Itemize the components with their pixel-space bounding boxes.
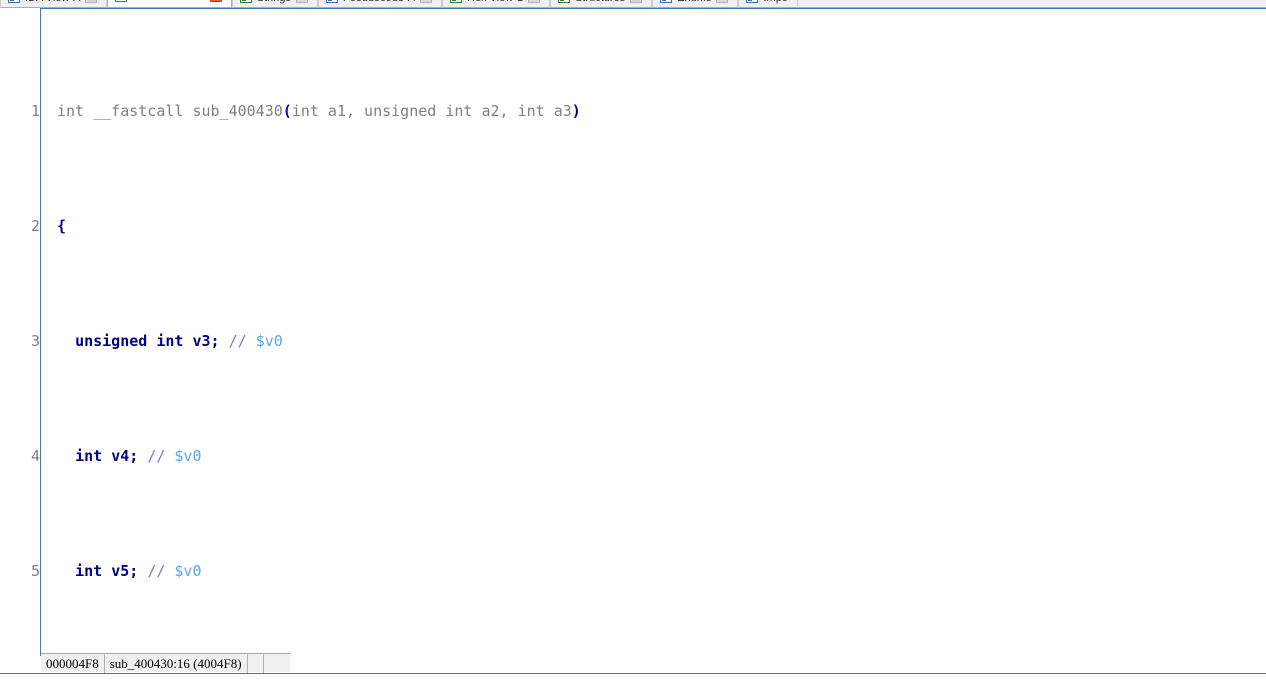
- code-line[interactable]: 1 int __fastcall sub_400430(int a1, unsi…: [0, 100, 1266, 123]
- code-text[interactable]: unsigned int v3; // $v0: [54, 330, 1266, 353]
- breakpoint-gutter[interactable]: [0, 445, 14, 468]
- code-listing[interactable]: 1 int __fastcall sub_400430(int a1, unsi…: [0, 8, 1266, 656]
- tab-ida-view-a[interactable]: IDA View-A: [0, 0, 108, 7]
- window-icon: [660, 0, 673, 3]
- window-icon: [8, 0, 20, 3]
- status-offset: 000004F8: [41, 653, 105, 673]
- code-line[interactable]: 5 int v5; // $v0: [0, 560, 1266, 583]
- tab-structures[interactable]: Structures: [550, 0, 653, 7]
- tab-label: Pseudocode-A: [343, 0, 415, 4]
- code-text[interactable]: int __fastcall sub_400430(int a1, unsign…: [54, 100, 1266, 123]
- close-icon[interactable]: [209, 0, 222, 2]
- status-spacer-1: [248, 653, 264, 673]
- breakpoint-gutter[interactable]: [0, 215, 14, 238]
- status-bar: 000004F8 sub_400430:16 (4004F8): [41, 653, 290, 673]
- line-number: 1: [30, 102, 40, 120]
- tab-label: Hex View-1: [467, 0, 523, 4]
- window-icon: [450, 0, 463, 3]
- tab-imports[interactable]: Impo: [738, 0, 798, 7]
- pseudocode-pane[interactable]: 1 int __fastcall sub_400430(int a1, unsi…: [0, 8, 1266, 656]
- tab-label: Enums: [677, 0, 711, 4]
- window-icon: [558, 0, 571, 3]
- close-icon[interactable]: [295, 0, 308, 3]
- tab-label: Strings: [257, 0, 291, 4]
- tab-label: Structures: [575, 0, 625, 4]
- line-number: 3: [30, 332, 40, 350]
- code-text[interactable]: int v4; // $v0: [54, 445, 1266, 468]
- tab-label: Impo: [763, 0, 787, 4]
- code-text[interactable]: {: [54, 215, 1266, 238]
- close-icon[interactable]: [630, 0, 643, 3]
- line-number: 2: [30, 217, 40, 235]
- window-icon: [115, 0, 128, 2]
- line-number: 5: [30, 562, 40, 580]
- close-icon[interactable]: [420, 0, 433, 3]
- tab-enums[interactable]: Enums: [652, 0, 739, 7]
- line-number: 4: [30, 447, 40, 465]
- close-icon[interactable]: [716, 0, 729, 3]
- code-line[interactable]: 4 int v4; // $v0: [0, 445, 1266, 468]
- status-spacer-2: [264, 654, 290, 673]
- bottom-divider: [0, 673, 1266, 683]
- code-text[interactable]: int v5; // $v0: [54, 560, 1266, 583]
- breakpoint-gutter[interactable]: [0, 100, 14, 123]
- tab-pseudocode-a[interactable]: Pseudocode-A: [317, 0, 443, 7]
- tab-hex-view-1[interactable]: Hex View-1: [442, 0, 551, 7]
- status-location: sub_400430:16 (4004F8): [105, 653, 248, 673]
- window-icon: [239, 0, 252, 3]
- breakpoint-gutter[interactable]: [0, 330, 14, 353]
- code-line[interactable]: 3 unsigned int v3; // $v0: [0, 330, 1266, 353]
- tab-strings[interactable]: Strings: [231, 0, 318, 7]
- tab-bar[interactable]: IDA View-A Pseudocode-B Strings Pseudoco…: [0, 0, 1266, 8]
- tab-label: IDA View-A: [25, 0, 80, 4]
- code-line[interactable]: 2 {: [0, 215, 1266, 238]
- close-icon[interactable]: [528, 0, 541, 3]
- window-icon: [746, 0, 759, 3]
- tab-pseudocode-b[interactable]: Pseudocode-B: [107, 0, 232, 7]
- breakpoint-gutter[interactable]: [0, 560, 14, 583]
- close-icon[interactable]: [85, 0, 98, 3]
- tab-label: Pseudocode-B: [132, 0, 204, 3]
- window-icon: [325, 0, 338, 3]
